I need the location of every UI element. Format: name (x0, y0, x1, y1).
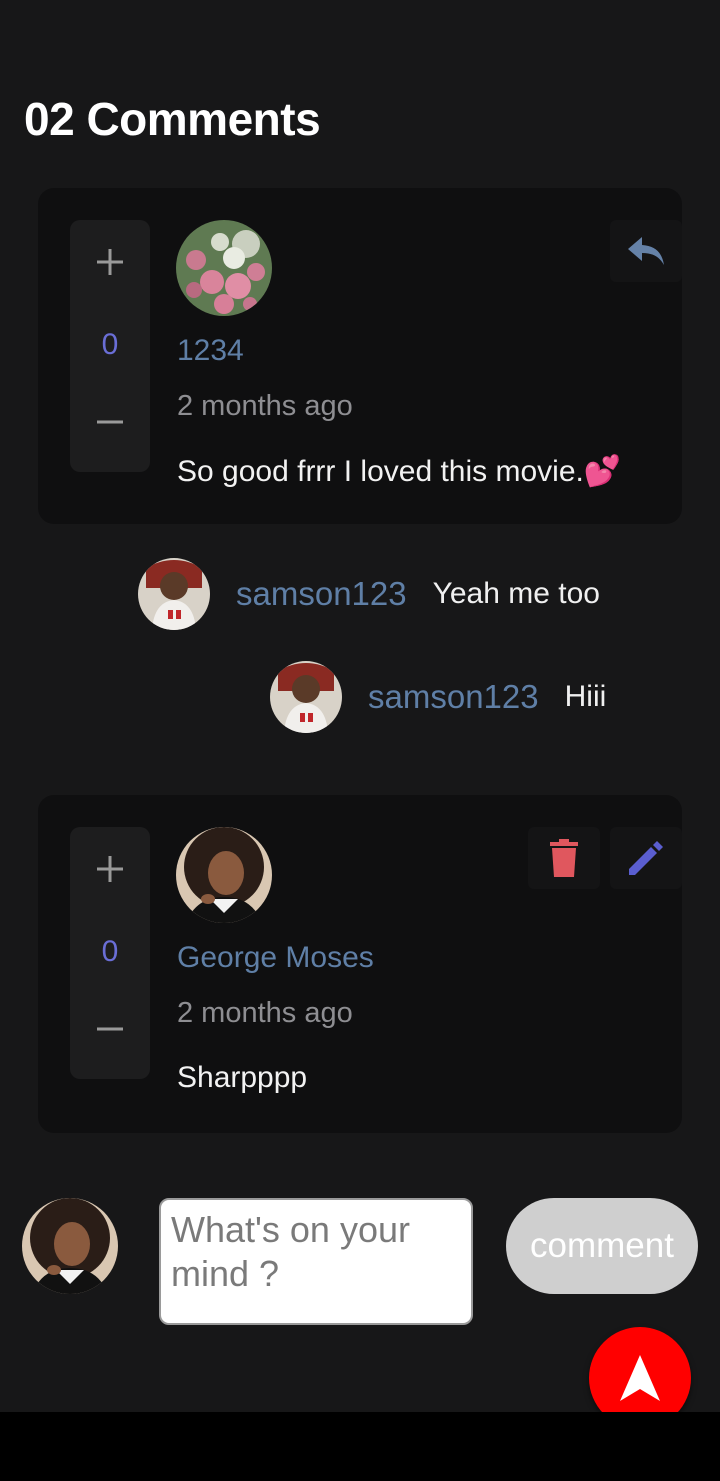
edit-icon (629, 841, 663, 875)
system-navigation-bar (0, 1412, 720, 1481)
comment-timestamp: 2 months ago (177, 390, 353, 422)
reply-text: Hiii (564, 680, 607, 713)
delete-button[interactable] (528, 827, 600, 889)
comment-text: So good frrr I loved this movie.💕 (177, 455, 622, 488)
reply-username[interactable]: samson123 (368, 678, 539, 716)
vote-control: 0 (70, 827, 150, 1079)
edit-button[interactable] (610, 827, 682, 889)
upvote-plus-icon[interactable] (70, 851, 150, 887)
comment-card: 0 1234 2 months ago So good frrr I loved… (38, 188, 682, 524)
delete-icon (550, 839, 578, 877)
reply-icon (628, 237, 664, 265)
upvote-plus-icon[interactable] (70, 244, 150, 280)
vote-control: 0 (70, 220, 150, 472)
page-title: 02 Comments (24, 93, 321, 145)
comment-timestamp: 2 months ago (177, 997, 353, 1029)
comment-username[interactable]: George Moses (177, 941, 374, 975)
reply-button[interactable] (610, 220, 682, 282)
downvote-minus-icon[interactable] (70, 408, 150, 436)
vote-count: 0 (101, 935, 119, 968)
comment-username[interactable]: 1234 (177, 334, 244, 368)
woman-avatar (22, 1198, 118, 1294)
navigation-arrow-icon (620, 1355, 660, 1401)
reply-item: samson123 Hiii (270, 661, 606, 733)
comment-card: 0 George Moses 2 months ago Sharpppp (38, 795, 682, 1133)
flowers-avatar (176, 220, 272, 316)
comment-button[interactable]: comment (506, 1198, 698, 1294)
child-avatar (270, 661, 342, 733)
comment-input[interactable]: What's on your mind ? (159, 1198, 473, 1325)
reply-item: samson123 Yeah me too (138, 558, 600, 630)
child-avatar (138, 558, 210, 630)
woman-avatar (176, 827, 272, 923)
reply-username[interactable]: samson123 (236, 575, 407, 613)
comment-text: Sharpppp (177, 1061, 308, 1094)
vote-count: 0 (101, 328, 119, 361)
downvote-minus-icon[interactable] (70, 1015, 150, 1043)
reply-text: Yeah me too (432, 577, 600, 610)
